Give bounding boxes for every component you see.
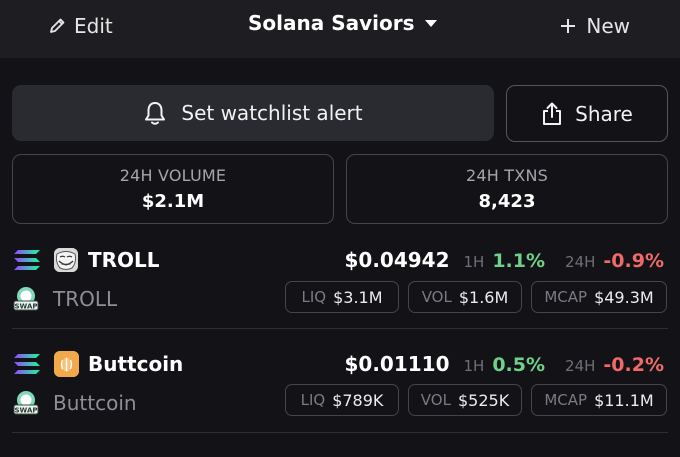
svg-text:SWAP: SWAP — [15, 406, 38, 414]
pencil-icon — [50, 18, 65, 33]
new-label: New — [586, 14, 630, 38]
mcap-value: $11.1M — [594, 390, 654, 410]
liq-label: LIQ — [301, 288, 327, 306]
liquidity-pill: LIQ $789K — [285, 384, 399, 416]
change-24h-value: -0.9% — [603, 250, 664, 272]
change-1h-label: 1H — [463, 253, 485, 271]
watchlist-selector[interactable]: Solana Saviors — [248, 9, 438, 37]
stat-card-txns: 24H TXNS 8,423 — [346, 154, 668, 224]
solana-icon — [14, 250, 40, 270]
liq-value: $3.1M — [333, 287, 383, 307]
new-button[interactable]: New — [560, 12, 630, 40]
token-row[interactable]: SWAP TROLL TROLL $0.04942 1H 1.1% 24H -0… — [0, 234, 680, 338]
share-button[interactable]: Share — [506, 85, 668, 142]
stat-label: 24H VOLUME — [119, 166, 227, 185]
stat-card-volume: 24H VOLUME $2.1M — [12, 154, 334, 224]
token-symbol: TROLL — [88, 248, 160, 272]
stat-value: 8,423 — [478, 191, 536, 212]
edit-label: Edit — [74, 14, 113, 38]
caret-down-icon — [424, 19, 437, 27]
liq-value: $789K — [332, 390, 384, 410]
row-divider — [12, 328, 668, 329]
token-name: Buttcoin — [53, 391, 137, 415]
vol-value: $1.6M — [458, 287, 509, 307]
swap-icon: SWAP — [13, 287, 39, 311]
change-24h-label: 24H — [565, 253, 596, 271]
change-24h-value: -0.2% — [603, 354, 664, 376]
mcap-pill: MCAP $11.1M — [531, 384, 667, 416]
change-24h-label: 24H — [565, 357, 596, 375]
svg-text:SWAP: SWAP — [15, 302, 38, 310]
vol-label: VOL — [420, 391, 451, 409]
token-price: $0.01110 — [344, 352, 450, 376]
mcap-label: MCAP — [544, 288, 588, 306]
token-price: $0.04942 — [344, 248, 450, 272]
volume-pill: VOL $525K — [408, 384, 522, 416]
token-symbol: Buttcoin — [88, 352, 184, 376]
plus-icon — [561, 19, 576, 33]
change-1h-value: 1.1% — [492, 250, 546, 272]
price-line: $0.04942 1H 1.1% 24H -0.9% — [344, 248, 664, 272]
token-name: TROLL — [53, 287, 118, 311]
row-divider — [12, 432, 668, 433]
set-watchlist-alert-button[interactable]: Set watchlist alert — [12, 85, 494, 141]
vol-label: VOL — [421, 288, 452, 306]
mcap-pill: MCAP $49.3M — [531, 281, 667, 313]
alert-label: Set watchlist alert — [181, 101, 363, 125]
swap-icon: SWAP — [13, 391, 39, 415]
mcap-value: $49.3M — [594, 287, 654, 307]
share-icon — [543, 102, 562, 125]
liquidity-pill: LIQ $3.1M — [285, 281, 399, 313]
troll-face-icon — [54, 248, 78, 272]
watchlist-title: Solana Saviors — [248, 11, 415, 35]
price-line: $0.01110 1H 0.5% 24H -0.2% — [344, 352, 664, 376]
change-1h-value: 0.5% — [492, 354, 546, 376]
share-label: Share — [575, 101, 633, 126]
vol-value: $525K — [457, 390, 510, 410]
stat-value: $2.1M — [141, 191, 205, 212]
solana-icon — [14, 354, 40, 374]
change-1h-label: 1H — [463, 357, 485, 375]
mcap-label: MCAP — [544, 391, 588, 409]
stat-label: 24H TXNS — [466, 166, 548, 185]
bell-icon — [145, 102, 166, 125]
header-bar: Edit Solana Saviors New — [0, 0, 680, 58]
token-row[interactable]: SWAP Buttcoin Buttcoin $0.01110 1H 0.5% … — [0, 338, 680, 442]
buttcoin-logo-icon — [54, 351, 79, 377]
volume-pill: VOL $1.6M — [408, 281, 522, 313]
liq-label: LIQ — [300, 391, 326, 409]
edit-button[interactable]: Edit — [48, 12, 113, 40]
